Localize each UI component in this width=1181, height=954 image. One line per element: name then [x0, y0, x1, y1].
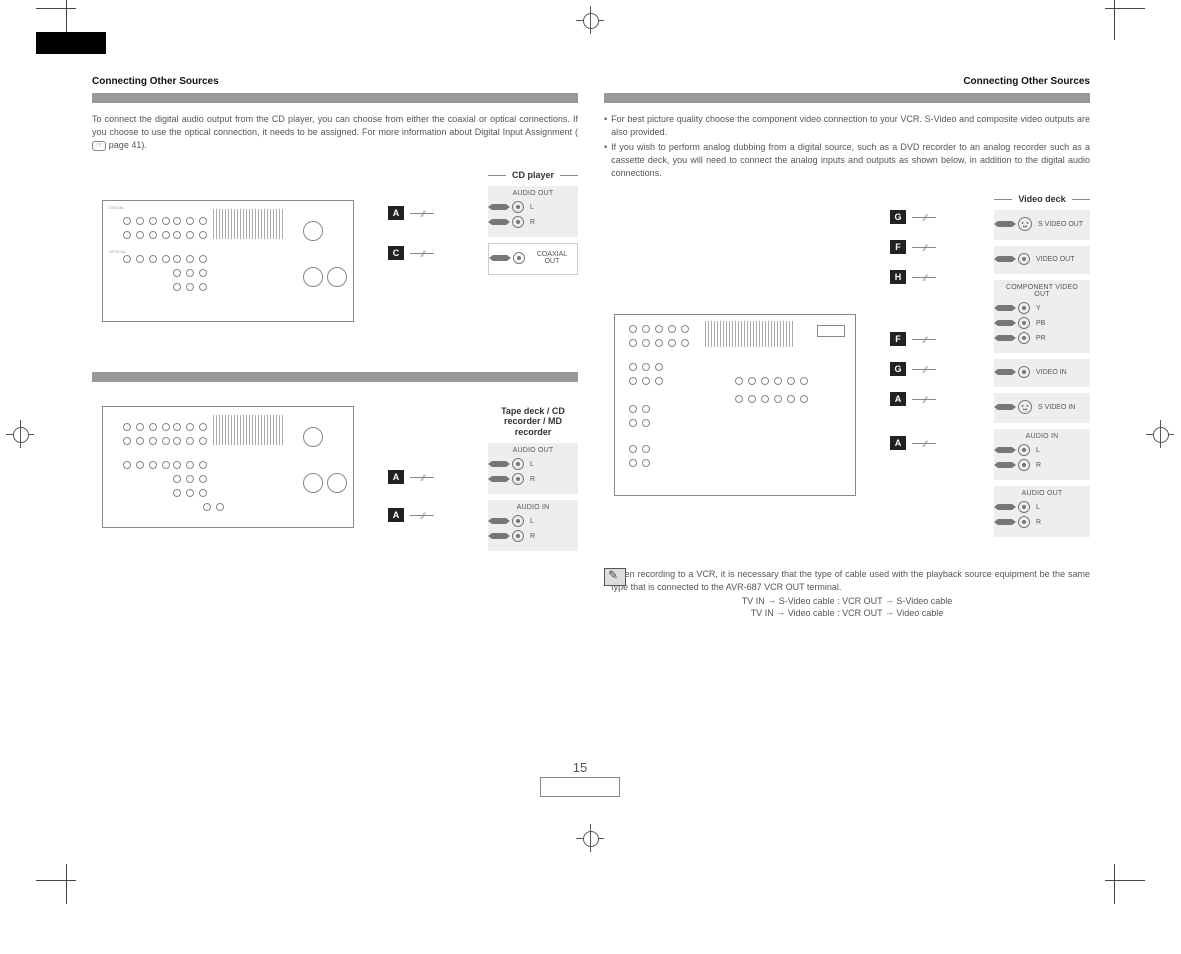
note-example-2: TV IN → Video cable : VCR OUT → Video ca… [604, 608, 1090, 618]
plug-icon [492, 219, 506, 225]
port-label: R [530, 476, 574, 483]
page-edge-tab [36, 32, 106, 54]
page-number-block: 15 [540, 760, 620, 797]
section-divider [92, 372, 578, 382]
svideo-jack-icon [1018, 217, 1032, 231]
note-example-1: TV IN → S-Video cable : VCR OUT → S-Vide… [604, 596, 1090, 606]
port-label: S VIDEO IN [1038, 404, 1086, 411]
port-label: L [1036, 504, 1086, 511]
receiver-rear-panel [102, 406, 354, 528]
port-label: R [530, 219, 574, 226]
cable-badge: A [890, 392, 906, 406]
port-label: Y [1036, 305, 1086, 312]
group-header: AUDIO IN [492, 504, 574, 511]
note-text: When recording to a VCR, it is necessary… [611, 568, 1090, 594]
port-label: L [530, 518, 574, 525]
note-block: •When recording to a VCR, it is necessar… [604, 568, 1090, 618]
cable-badge-a: A [388, 206, 404, 220]
bullet-text: If you wish to perform analog dubbing fr… [611, 141, 1090, 180]
intro-text: To connect the digital audio output from… [92, 114, 578, 137]
video-deck-callout: Video deck S VIDEO OUT VIDEO OUT COMPONE… [994, 194, 1090, 543]
pencil-note-icon [604, 568, 626, 586]
registration-mark-left [6, 420, 34, 448]
port-label: S VIDEO OUT [1038, 221, 1086, 228]
device-title: Video deck [1018, 194, 1065, 204]
cable-badge: G [890, 362, 906, 376]
group-header: AUDIO OUT [998, 490, 1086, 497]
device-title: Tape deck / CD recorder / MD recorder [494, 406, 572, 437]
cable-badges: A ⁄⁄ C ⁄⁄ [388, 196, 434, 284]
cable-badge: H [890, 270, 906, 284]
registration-mark-right [1146, 420, 1174, 448]
port-label: VIDEO IN [1036, 369, 1086, 376]
receiver-rear-panel [614, 314, 856, 496]
intro-paragraph: To connect the digital audio output from… [92, 113, 578, 152]
cable-badges: A ⁄⁄ A ⁄⁄ [388, 460, 434, 546]
rca-jack-icon [512, 201, 524, 213]
cd-player-callout: CD player AUDIO OUT L R COAXIAL OUT [488, 170, 578, 281]
rca-jack-icon [512, 216, 524, 228]
cable-badges: G⁄⁄ F⁄⁄ H⁄⁄ F⁄⁄ G⁄⁄ A⁄⁄ A⁄⁄ [890, 210, 936, 450]
cable-badge-a-out: A [388, 470, 404, 484]
port-label: VIDEO OUT [1036, 256, 1086, 263]
cable-badge: F [890, 332, 906, 346]
cable-badge-c: C [388, 246, 404, 260]
diagram-cd-player: DIGITAL OPTICAL A ⁄⁄ C ⁄⁄ CD player [92, 170, 578, 350]
group-header: AUDIO OUT [492, 447, 574, 454]
cable-badge: G [890, 210, 906, 224]
group-header: AUDIO IN [998, 433, 1086, 440]
port-label: L [530, 461, 574, 468]
device-title: CD player [512, 170, 554, 180]
port-label: R [1036, 519, 1086, 526]
bullet-list: •For best picture quality choose the com… [604, 113, 1090, 180]
cable-badge: F [890, 240, 906, 254]
cable-badge-a-in: A [388, 508, 404, 522]
registration-mark-top [576, 6, 604, 34]
port-label: L [530, 204, 574, 211]
cable-badge: A [890, 436, 906, 450]
group-header: AUDIO OUT [492, 190, 574, 197]
rca-jack-icon [513, 252, 525, 264]
plug-icon [493, 255, 507, 261]
port-label: R [530, 533, 574, 540]
svideo-jack-icon [1018, 400, 1032, 414]
section-divider [92, 93, 578, 103]
port-label: PB [1036, 320, 1086, 327]
tape-deck-callout: Tape deck / CD recorder / MD recorder AU… [488, 406, 578, 557]
receiver-rear-panel: DIGITAL OPTICAL [102, 200, 354, 322]
intro-ref: page 41 [109, 140, 142, 150]
group-header: COMPONENT VIDEO OUT [998, 284, 1086, 298]
intro-tail: ). [141, 140, 147, 150]
page-number: 15 [540, 760, 620, 775]
port-label: PR [1036, 335, 1086, 342]
registration-mark-bottom [576, 824, 604, 852]
page-reference-icon: ☞ [92, 141, 106, 151]
plug-icon [492, 204, 506, 210]
port-label: L [1036, 447, 1086, 454]
port-label: R [1036, 462, 1086, 469]
section-header-right: Connecting Other Sources [604, 76, 1090, 87]
port-label: COAXIAL OUT [531, 251, 573, 265]
section-divider [604, 93, 1090, 103]
section-header-left: Connecting Other Sources [92, 76, 578, 87]
bullet-text: For best picture quality choose the comp… [611, 113, 1090, 139]
diagram-tape-deck: A ⁄⁄ A ⁄⁄ Tape deck / CD recorder / MD r… [92, 400, 578, 600]
page-number-box [540, 777, 620, 797]
diagram-video-deck: G⁄⁄ F⁄⁄ H⁄⁄ F⁄⁄ G⁄⁄ A⁄⁄ A⁄⁄ Video deck S… [604, 194, 1090, 544]
